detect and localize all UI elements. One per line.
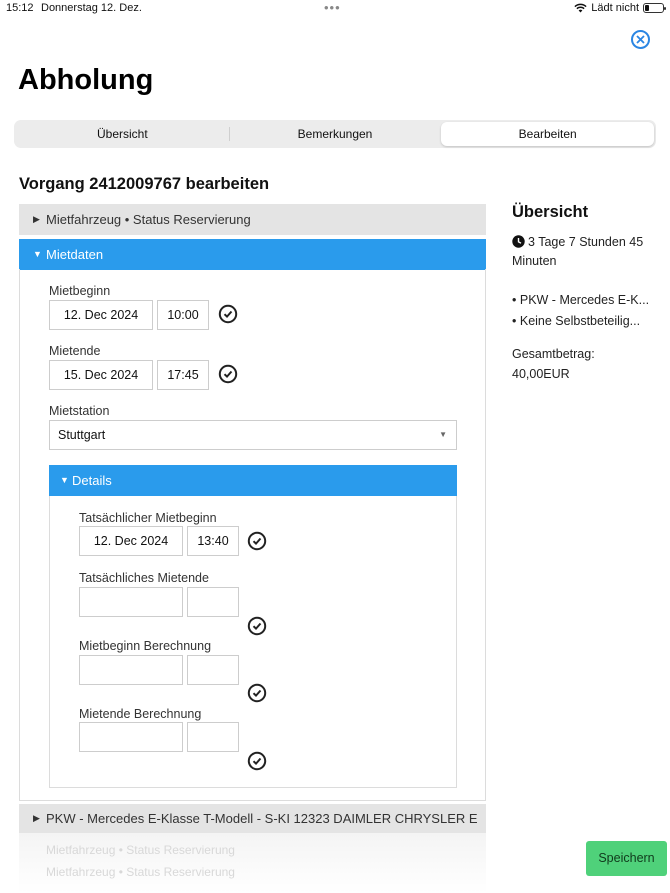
- calc-end-time-input[interactable]: [187, 722, 239, 752]
- total-value: 40,00EUR: [512, 367, 570, 381]
- clock-icon[interactable]: [247, 531, 267, 551]
- status-date: Donnerstag 12. Dez.: [41, 2, 142, 14]
- page-title: Abholung: [18, 64, 154, 96]
- accordion-vehicle-status-label: Mietfahrzeug • Status Reservierung: [46, 212, 251, 227]
- status-time: 15:12: [6, 2, 34, 14]
- wifi-icon: [574, 3, 587, 13]
- calc-start-label: Mietbeginn Berechnung: [79, 639, 212, 653]
- caret-right-icon: ▶: [33, 214, 40, 224]
- accordion-vehicle-status[interactable]: ▶ Mietfahrzeug • Status Reservierung: [19, 204, 486, 235]
- caret-down-icon: ▼: [33, 249, 42, 259]
- mietstation-label: Mietstation: [49, 404, 110, 418]
- clock-icon[interactable]: [218, 364, 238, 384]
- actual-end-date-input[interactable]: [79, 587, 183, 617]
- chevron-down-icon: ▼: [439, 430, 447, 439]
- tab-bearbeiten[interactable]: Bearbeiten: [441, 122, 655, 146]
- section-title: Vorgang 2412009767 bearbeiten: [19, 175, 270, 193]
- mietstation-select[interactable]: Stuttgart ▼: [49, 420, 457, 450]
- mietbeginn-time-input[interactable]: 10:00: [157, 300, 209, 330]
- mietende-date-input[interactable]: 15. Dec 2024: [49, 360, 153, 390]
- accordion-details-label: Details: [72, 473, 112, 488]
- save-button[interactable]: Speichern: [586, 841, 667, 876]
- actual-start-date-input[interactable]: 12. Dec 2024: [79, 526, 183, 556]
- tab-bar: Übersicht Bemerkungen Bearbeiten: [14, 120, 656, 148]
- accordion-mietdaten-label: Mietdaten: [46, 247, 104, 262]
- close-button[interactable]: [631, 30, 650, 49]
- clock-icon[interactable]: [247, 683, 267, 703]
- calc-start-time-input[interactable]: [187, 655, 239, 685]
- calc-start-date-input[interactable]: [79, 655, 183, 685]
- accordion-details[interactable]: ▼ Details: [49, 465, 457, 496]
- close-icon: [636, 35, 645, 44]
- mietende-time-input[interactable]: 17:45: [157, 360, 209, 390]
- caret-right-icon: ▶: [33, 813, 40, 823]
- total-label: Gesamtbetrag:: [512, 347, 595, 361]
- actual-start-time-input[interactable]: 13:40: [187, 526, 239, 556]
- battery-icon: [643, 3, 666, 13]
- tab-uebersicht[interactable]: Übersicht: [16, 122, 229, 146]
- mietstation-value: Stuttgart: [58, 428, 106, 442]
- accordion-mietdaten[interactable]: ▼ Mietdaten: [19, 239, 486, 270]
- faded-row-label: Mietfahrzeug • Status Reservierung: [46, 843, 235, 857]
- accordion-vehicle-label: PKW - Mercedes E-Klasse T-Modell - S-KI …: [46, 811, 478, 826]
- summary-item-text: Keine Selbstbeteilig...: [519, 314, 641, 328]
- summary-duration-text: 3 Tage 7 Stunden 45 Minuten: [512, 235, 644, 268]
- summary-title: Übersicht: [512, 203, 589, 221]
- faded-row-label: Mietfahrzeug • Status Reservierung: [46, 865, 235, 879]
- mietbeginn-date-input[interactable]: 12. Dec 2024: [49, 300, 153, 330]
- charging-status: Lädt nicht: [591, 2, 639, 14]
- summary-item: • Keine Selbstbeteilig...: [512, 314, 641, 328]
- status-right: Lädt nicht: [574, 2, 666, 14]
- mietbeginn-label: Mietbeginn: [49, 284, 111, 298]
- actual-end-label: Tatsächliches Mietende: [79, 571, 209, 585]
- calc-end-label: Mietende Berechnung: [79, 707, 202, 721]
- faded-list: Mietfahrzeug • Status Reservierung Mietf…: [19, 833, 486, 893]
- calc-end-date-input[interactable]: [79, 722, 183, 752]
- clock-filled-icon: [512, 235, 525, 248]
- accordion-vehicle[interactable]: ▶ PKW - Mercedes E-Klasse T-Modell - S-K…: [19, 804, 486, 833]
- multitask-dots[interactable]: •••: [324, 0, 341, 15]
- actual-start-label: Tatsächlicher Mietbeginn: [79, 511, 217, 525]
- status-bar: 15:12 Donnerstag 12. Dez. ••• Lädt nicht: [0, 0, 670, 18]
- caret-down-icon: ▼: [60, 475, 69, 485]
- actual-end-time-input[interactable]: [187, 587, 239, 617]
- tab-bemerkungen[interactable]: Bemerkungen: [228, 122, 442, 146]
- summary-item: • PKW - Mercedes E-K...: [512, 293, 650, 307]
- clock-icon[interactable]: [247, 616, 267, 636]
- summary-item-text: PKW - Mercedes E-K...: [519, 293, 650, 307]
- summary-duration: 3 Tage 7 Stunden 45 Minuten: [512, 233, 662, 271]
- clock-icon[interactable]: [218, 304, 238, 324]
- clock-icon[interactable]: [247, 751, 267, 771]
- mietende-label: Mietende: [49, 344, 101, 358]
